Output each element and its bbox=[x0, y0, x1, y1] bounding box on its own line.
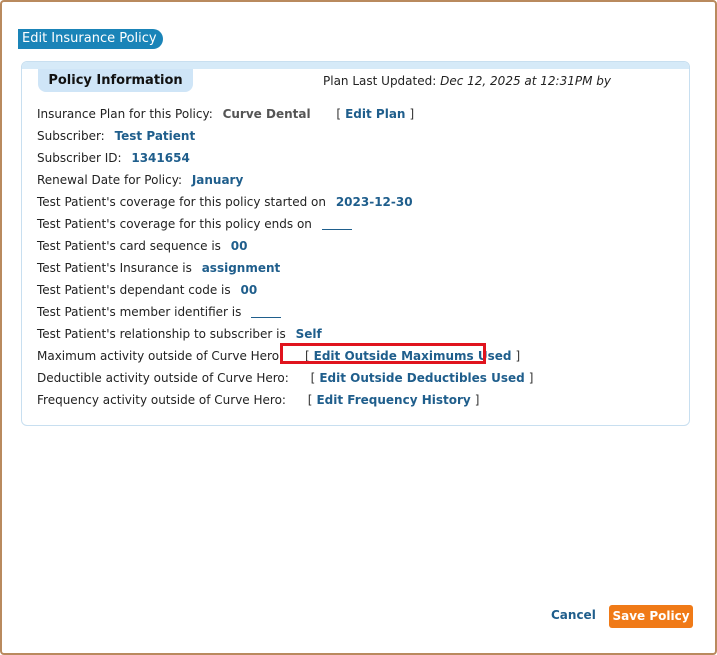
row-relationship: Test Patient's relationship to subscribe… bbox=[37, 323, 533, 345]
row-member-id: Test Patient's member identifier is bbox=[37, 301, 533, 323]
relationship-label: Test Patient's relationship to subscribe… bbox=[37, 327, 286, 341]
row-card-sequence: Test Patient's card sequence is 00 bbox=[37, 235, 533, 257]
highlight-box bbox=[280, 343, 486, 364]
frequency-label: Frequency activity outside of Curve Hero… bbox=[37, 393, 286, 407]
coverage-end-label: Test Patient's coverage for this policy … bbox=[37, 217, 312, 231]
coverage-start-label: Test Patient's coverage for this policy … bbox=[37, 195, 326, 209]
coverage-start-value: 2023-12-30 bbox=[335, 195, 413, 209]
policy-fields: Insurance Plan for this Policy: Curve De… bbox=[37, 103, 533, 411]
subscriber-id-value: 1341654 bbox=[131, 151, 190, 165]
dependant-value: 00 bbox=[240, 283, 258, 297]
edit-plan-link[interactable]: Edit Plan bbox=[341, 107, 409, 121]
row-insurance: Test Patient's Insurance is assignment bbox=[37, 257, 533, 279]
edit-insurance-dialog: Edit Insurance Policy Policy Information… bbox=[0, 0, 717, 655]
row-renewal: Renewal Date for Policy: January bbox=[37, 169, 533, 191]
row-coverage-end: Test Patient's coverage for this policy … bbox=[37, 213, 533, 235]
last-updated: Plan Last Updated: Dec 12, 2025 at 12:31… bbox=[323, 74, 611, 88]
coverage-end-value bbox=[321, 215, 352, 230]
row-dependant: Test Patient's dependant code is 00 bbox=[37, 279, 533, 301]
row-subscriber-id: Subscriber ID: 1341654 bbox=[37, 147, 533, 169]
max-activity-label: Maximum activity outside of Curve Hero: bbox=[37, 349, 284, 363]
renewal-value: January bbox=[191, 173, 244, 187]
row-deductible: Deductible activity outside of Curve Her… bbox=[37, 371, 534, 385]
insurance-label: Test Patient's Insurance is bbox=[37, 261, 192, 275]
dependant-label: Test Patient's dependant code is bbox=[37, 283, 231, 297]
renewal-label: Renewal Date for Policy: bbox=[37, 173, 182, 187]
edit-frequency-history-link[interactable]: Edit Frequency History bbox=[312, 393, 474, 407]
member-id-value bbox=[251, 303, 282, 318]
panel-top-bar bbox=[22, 62, 689, 69]
row-subscriber: Subscriber: Test Patient bbox=[37, 125, 533, 147]
card-sequence-label: Test Patient's card sequence is bbox=[37, 239, 221, 253]
cancel-button[interactable]: Cancel bbox=[551, 608, 596, 622]
dialog-title: Edit Insurance Policy bbox=[18, 29, 163, 49]
policy-information-panel: Policy Information Plan Last Updated: De… bbox=[21, 61, 690, 426]
deductible-label: Deductible activity outside of Curve Her… bbox=[37, 371, 289, 385]
plan-label: Insurance Plan for this Policy: bbox=[37, 107, 213, 121]
last-updated-value: Dec 12, 2025 at 12:31PM by bbox=[440, 74, 611, 88]
row-plan: Insurance Plan for this Policy: Curve De… bbox=[37, 107, 415, 121]
relationship-value: Self bbox=[295, 327, 322, 341]
save-policy-button[interactable]: Save Policy bbox=[609, 605, 693, 628]
last-updated-label: Plan Last Updated: bbox=[323, 74, 437, 88]
member-id-label: Test Patient's member identifier is bbox=[37, 305, 242, 319]
subscriber-label: Subscriber: bbox=[37, 129, 105, 143]
edit-outside-deductibles-link[interactable]: Edit Outside Deductibles Used bbox=[315, 371, 528, 385]
row-frequency: Frequency activity outside of Curve Hero… bbox=[37, 393, 480, 407]
row-coverage-start: Test Patient's coverage for this policy … bbox=[37, 191, 533, 213]
insurance-value: assignment bbox=[201, 261, 281, 275]
section-title: Policy Information bbox=[38, 69, 193, 92]
card-sequence-value: 00 bbox=[230, 239, 248, 253]
plan-value: Curve Dental bbox=[222, 107, 311, 121]
subscriber-id-label: Subscriber ID: bbox=[37, 151, 122, 165]
subscriber-value: Test Patient bbox=[114, 129, 196, 143]
